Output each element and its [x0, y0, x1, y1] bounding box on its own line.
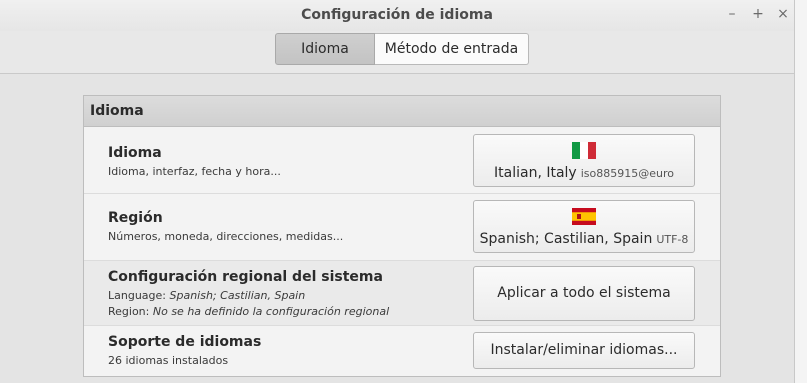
section-header: Idioma — [84, 96, 720, 127]
spain-flag-icon — [572, 208, 596, 225]
region-select-button[interactable]: Spanish; Castilian, Spain UTF-8 — [473, 200, 695, 253]
tab-toolbar: Idioma Método de entrada — [0, 31, 794, 74]
tab-metodo-de-entrada[interactable]: Método de entrada — [375, 33, 529, 65]
language-settings-window: Configuración de idioma – + × Idioma Mét… — [0, 0, 795, 383]
minimize-button[interactable]: – — [724, 6, 740, 22]
language-support-subtitle: 26 idiomas instalados — [108, 354, 229, 367]
region-row-subtitle: Números, moneda, direcciones, medidas... — [108, 230, 344, 243]
apply-system-wide-button[interactable]: Aplicar a todo el sistema — [473, 266, 695, 321]
language-row-title: Idioma — [108, 145, 162, 161]
region-button-encoding: UTF-8 — [656, 233, 689, 246]
italy-flag-icon — [572, 142, 596, 159]
window-title: Configuración de idioma — [301, 7, 493, 23]
system-language-line: Language: Spanish; Castilian, Spain — [108, 289, 305, 302]
language-section: Idioma Idioma Idioma, interfaz, fecha y … — [83, 95, 721, 377]
region-row-title: Región — [108, 210, 163, 226]
region-button-label: Spanish; Castilian, Spain — [479, 231, 653, 247]
language-support-title: Soporte de idiomas — [108, 334, 262, 350]
close-button[interactable]: × — [775, 6, 791, 22]
system-language-label: Language: — [108, 289, 166, 302]
system-region-value: No se ha definido la configuración regio… — [152, 305, 390, 318]
language-button-label: Italian, Italy — [494, 165, 577, 181]
system-region-line: Region: No se ha definido la configuraci… — [108, 305, 389, 318]
language-row: Idioma Idioma, interfaz, fecha y hora...… — [84, 127, 720, 194]
system-language-value: Spanish; Castilian, Spain — [169, 289, 306, 302]
tab-switcher: Idioma Método de entrada — [275, 33, 529, 65]
system-locale-row: Configuración regional del sistema Langu… — [84, 261, 720, 326]
maximize-button[interactable]: + — [750, 6, 766, 22]
tab-idioma[interactable]: Idioma — [275, 33, 375, 65]
language-select-button[interactable]: Italian, Italy iso885915@euro — [473, 134, 695, 187]
system-region-label: Region: — [108, 305, 150, 318]
language-support-row: Soporte de idiomas 26 idiomas instalados… — [84, 326, 720, 376]
title-bar[interactable]: Configuración de idioma – + × — [0, 0, 794, 31]
background-window-edge — [795, 0, 807, 383]
system-locale-title: Configuración regional del sistema — [108, 269, 383, 285]
region-row: Región Números, moneda, direcciones, med… — [84, 194, 720, 261]
language-button-encoding: iso885915@euro — [580, 167, 674, 180]
language-row-subtitle: Idioma, interfaz, fecha y hora... — [108, 165, 281, 178]
install-remove-languages-button[interactable]: Instalar/eliminar idiomas... — [473, 332, 695, 369]
